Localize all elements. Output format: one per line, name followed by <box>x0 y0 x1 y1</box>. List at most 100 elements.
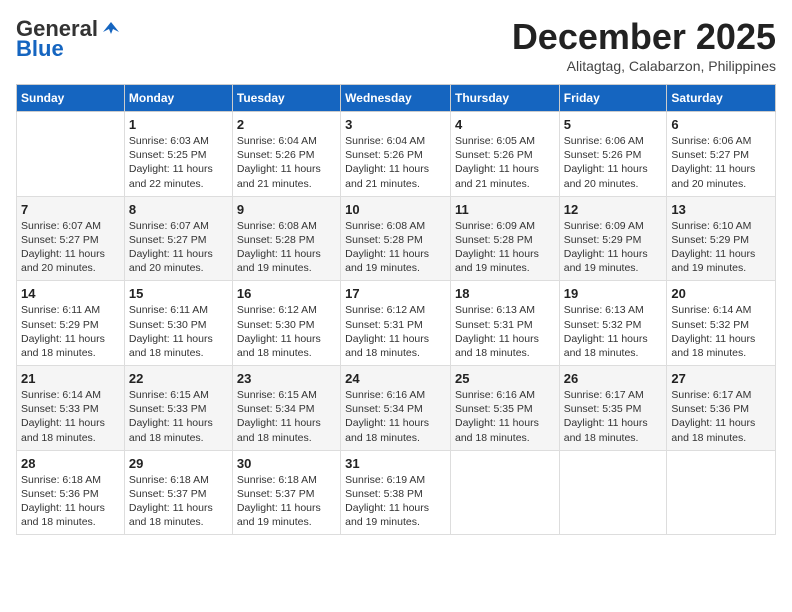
cell-info: Daylight: 11 hours <box>237 416 336 430</box>
calendar-cell: 21Sunrise: 6:14 AMSunset: 5:33 PMDayligh… <box>17 366 125 451</box>
cell-info: Daylight: 11 hours <box>237 332 336 346</box>
day-number: 7 <box>21 202 120 217</box>
cell-info: Sunrise: 6:15 AM <box>129 388 228 402</box>
cell-info: and 18 minutes. <box>671 346 771 360</box>
calendar-cell <box>17 112 125 197</box>
day-number: 6 <box>671 117 771 132</box>
cell-info: and 18 minutes. <box>237 346 336 360</box>
calendar-cell: 1Sunrise: 6:03 AMSunset: 5:25 PMDaylight… <box>124 112 232 197</box>
calendar-cell: 13Sunrise: 6:10 AMSunset: 5:29 PMDayligh… <box>667 196 776 281</box>
day-number: 31 <box>345 456 446 471</box>
day-number: 15 <box>129 286 228 301</box>
cell-info: and 20 minutes. <box>671 177 771 191</box>
calendar-cell <box>667 450 776 535</box>
cell-info: Sunset: 5:25 PM <box>129 148 228 162</box>
day-number: 4 <box>455 117 555 132</box>
cell-info: Daylight: 11 hours <box>671 162 771 176</box>
cell-info: Sunrise: 6:16 AM <box>455 388 555 402</box>
cell-info: Sunrise: 6:18 AM <box>237 473 336 487</box>
day-number: 25 <box>455 371 555 386</box>
cell-info: Sunset: 5:27 PM <box>129 233 228 247</box>
calendar-cell: 22Sunrise: 6:15 AMSunset: 5:33 PMDayligh… <box>124 366 232 451</box>
calendar-cell <box>450 450 559 535</box>
day-number: 11 <box>455 202 555 217</box>
cell-info: and 18 minutes. <box>21 515 120 529</box>
day-number: 16 <box>237 286 336 301</box>
cell-info: and 20 minutes. <box>564 177 663 191</box>
calendar-cell <box>559 450 667 535</box>
cell-info: Sunset: 5:30 PM <box>129 318 228 332</box>
col-header-sunday: Sunday <box>17 85 125 112</box>
col-header-wednesday: Wednesday <box>341 85 451 112</box>
cell-info: and 21 minutes. <box>345 177 446 191</box>
cell-info: and 19 minutes. <box>671 261 771 275</box>
cell-info: Daylight: 11 hours <box>564 416 663 430</box>
cell-info: Sunset: 5:27 PM <box>671 148 771 162</box>
cell-info: Sunrise: 6:17 AM <box>671 388 771 402</box>
calendar-cell: 28Sunrise: 6:18 AMSunset: 5:36 PMDayligh… <box>17 450 125 535</box>
cell-info: and 18 minutes. <box>345 346 446 360</box>
cell-info: Sunrise: 6:12 AM <box>345 303 446 317</box>
logo-bird-icon <box>100 18 122 40</box>
cell-info: and 19 minutes. <box>564 261 663 275</box>
cell-info: Daylight: 11 hours <box>345 247 446 261</box>
day-number: 23 <box>237 371 336 386</box>
cell-info: Sunset: 5:32 PM <box>671 318 771 332</box>
cell-info: and 20 minutes. <box>21 261 120 275</box>
day-number: 27 <box>671 371 771 386</box>
cell-info: Sunset: 5:26 PM <box>455 148 555 162</box>
cell-info: Sunset: 5:34 PM <box>345 402 446 416</box>
day-number: 18 <box>455 286 555 301</box>
cell-info: Daylight: 11 hours <box>129 416 228 430</box>
cell-info: Sunset: 5:36 PM <box>671 402 771 416</box>
cell-info: Sunset: 5:27 PM <box>21 233 120 247</box>
cell-info: Sunset: 5:33 PM <box>21 402 120 416</box>
calendar-cell: 5Sunrise: 6:06 AMSunset: 5:26 PMDaylight… <box>559 112 667 197</box>
calendar-cell: 8Sunrise: 6:07 AMSunset: 5:27 PMDaylight… <box>124 196 232 281</box>
day-number: 5 <box>564 117 663 132</box>
cell-info: Sunset: 5:26 PM <box>564 148 663 162</box>
cell-info: and 18 minutes. <box>129 346 228 360</box>
calendar-cell: 29Sunrise: 6:18 AMSunset: 5:37 PMDayligh… <box>124 450 232 535</box>
cell-info: Sunrise: 6:17 AM <box>564 388 663 402</box>
cell-info: Sunset: 5:33 PM <box>129 402 228 416</box>
cell-info: Sunrise: 6:09 AM <box>455 219 555 233</box>
cell-info: Daylight: 11 hours <box>129 247 228 261</box>
cell-info: Sunrise: 6:15 AM <box>237 388 336 402</box>
cell-info: and 19 minutes. <box>237 515 336 529</box>
cell-info: Sunrise: 6:14 AM <box>671 303 771 317</box>
col-header-friday: Friday <box>559 85 667 112</box>
location-title: Alitagtag, Calabarzon, Philippines <box>512 58 776 74</box>
cell-info: Sunrise: 6:16 AM <box>345 388 446 402</box>
cell-info: Sunrise: 6:18 AM <box>21 473 120 487</box>
col-header-tuesday: Tuesday <box>232 85 340 112</box>
week-row-3: 14Sunrise: 6:11 AMSunset: 5:29 PMDayligh… <box>17 281 776 366</box>
cell-info: Sunrise: 6:06 AM <box>671 134 771 148</box>
calendar-cell: 17Sunrise: 6:12 AMSunset: 5:31 PMDayligh… <box>341 281 451 366</box>
cell-info: Daylight: 11 hours <box>455 416 555 430</box>
cell-info: Sunrise: 6:10 AM <box>671 219 771 233</box>
cell-info: Daylight: 11 hours <box>21 501 120 515</box>
day-number: 19 <box>564 286 663 301</box>
cell-info: and 20 minutes. <box>129 261 228 275</box>
cell-info: Sunrise: 6:05 AM <box>455 134 555 148</box>
cell-info: Daylight: 11 hours <box>237 247 336 261</box>
cell-info: Sunset: 5:26 PM <box>237 148 336 162</box>
cell-info: Sunrise: 6:09 AM <box>564 219 663 233</box>
calendar-cell: 3Sunrise: 6:04 AMSunset: 5:26 PMDaylight… <box>341 112 451 197</box>
logo: General Blue <box>16 16 122 62</box>
cell-info: Daylight: 11 hours <box>237 501 336 515</box>
cell-info: Daylight: 11 hours <box>129 332 228 346</box>
week-row-4: 21Sunrise: 6:14 AMSunset: 5:33 PMDayligh… <box>17 366 776 451</box>
day-number: 1 <box>129 117 228 132</box>
cell-info: and 18 minutes. <box>237 431 336 445</box>
cell-info: and 22 minutes. <box>129 177 228 191</box>
cell-info: Sunrise: 6:07 AM <box>129 219 228 233</box>
calendar-cell: 12Sunrise: 6:09 AMSunset: 5:29 PMDayligh… <box>559 196 667 281</box>
calendar-cell: 14Sunrise: 6:11 AMSunset: 5:29 PMDayligh… <box>17 281 125 366</box>
cell-info: Daylight: 11 hours <box>345 416 446 430</box>
title-area: December 2025 Alitagtag, Calabarzon, Phi… <box>512 16 776 74</box>
calendar-cell: 20Sunrise: 6:14 AMSunset: 5:32 PMDayligh… <box>667 281 776 366</box>
cell-info: and 18 minutes. <box>455 346 555 360</box>
cell-info: Sunset: 5:37 PM <box>129 487 228 501</box>
